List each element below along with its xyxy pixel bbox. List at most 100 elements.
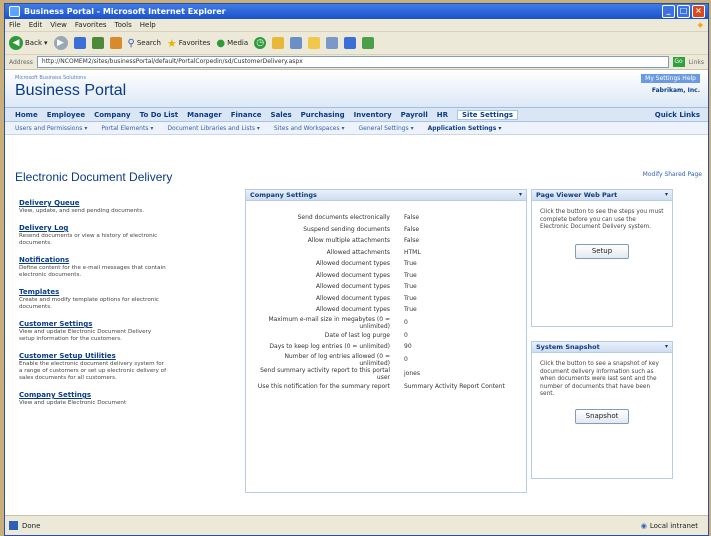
- address-label: Address: [9, 58, 33, 66]
- menu-view[interactable]: View: [50, 21, 67, 29]
- sub-navigation: Users and Permissions ▾ Portal Elements …: [5, 122, 708, 135]
- left-navigation: Delivery Queue View, update, and send pe…: [19, 199, 167, 416]
- stop-icon[interactable]: [73, 37, 86, 49]
- subnav-portal-elements[interactable]: Portal Elements ▾: [101, 125, 153, 132]
- setting-label: Number of log entries allowed (0 = unlim…: [284, 352, 390, 367]
- welcome-user[interactable]: Fabrikam, Inc.: [652, 87, 700, 94]
- media-button[interactable]: ● Media: [216, 38, 248, 49]
- setting-value: jones: [404, 370, 420, 377]
- panel-menu-arrow-icon[interactable]: ▾: [665, 342, 668, 352]
- back-button[interactable]: ◀ Back ▾: [9, 36, 48, 50]
- back-arrow-icon: ◀: [9, 36, 23, 50]
- settings-row: Allowed document types True: [252, 293, 505, 305]
- system-snapshot-panel: System Snapshot ▾ Click the button to se…: [531, 341, 673, 479]
- panel-menu-arrow-icon[interactable]: ▾: [665, 190, 668, 200]
- menu-help[interactable]: Help: [140, 21, 156, 29]
- intranet-icon: ◉: [640, 521, 647, 530]
- portal-brand: Business Portal: [15, 82, 127, 99]
- panel-menu-arrow-icon[interactable]: ▾: [519, 190, 522, 200]
- messenger-icon[interactable]: [344, 37, 357, 49]
- minimize-button[interactable]: _: [662, 5, 675, 18]
- toolbar: ◀ Back ▾ ▶ ⚲ Search ★ Favorites ● Media ◷: [5, 32, 708, 55]
- settings-row: Allowed document types True: [252, 304, 505, 316]
- setup-button[interactable]: Setup: [575, 243, 629, 259]
- status-bar: Done ◉ Local intranet: [5, 515, 708, 535]
- nav-link-templates: Templates Create and modify template opt…: [19, 288, 159, 310]
- subnav-users[interactable]: Users and Permissions ▾: [15, 125, 87, 132]
- company-settings-panel: Company Settings ▾ Send documents electr…: [245, 189, 527, 493]
- subnav-general-settings[interactable]: General Settings ▾: [359, 125, 414, 132]
- links-label[interactable]: Links: [689, 59, 704, 66]
- search-button[interactable]: ⚲ Search: [128, 38, 161, 49]
- nav-site-settings[interactable]: Site Settings: [457, 109, 519, 120]
- settings-row: Allowed document types True: [252, 281, 505, 293]
- status-text: Done: [22, 521, 41, 530]
- setting-value: 0: [404, 356, 408, 363]
- mail-icon[interactable]: [272, 37, 285, 49]
- page-viewer-body: Click the button to see the steps you mu…: [532, 201, 672, 267]
- address-input[interactable]: http://NCOMEM2/sites/businessPortal/defa…: [36, 56, 669, 68]
- nav-link-company-settings: Company Settings View and update Electro…: [19, 391, 127, 406]
- page-content: Electronic Document Delivery Modify Shar…: [5, 163, 708, 516]
- setting-label: Allowed document types: [315, 260, 390, 268]
- modify-shared-page-link[interactable]: Modify Shared Page: [643, 171, 702, 178]
- title-bar: Business Portal - Microsoft Internet Exp…: [5, 4, 708, 19]
- nav-link-customer-setup-utilities: Customer Setup Utilities Enable the elec…: [19, 352, 167, 381]
- menu-tools[interactable]: Tools: [115, 21, 132, 29]
- top-navigation: Home Employee Company To Do List Manager…: [5, 108, 708, 122]
- nav-home[interactable]: Home: [15, 111, 38, 119]
- menu-edit[interactable]: Edit: [29, 21, 43, 29]
- nav-employee[interactable]: Employee: [47, 111, 85, 119]
- nav-to-do-list[interactable]: To Do List: [140, 111, 179, 119]
- nav-quick-links[interactable]: Quick Links: [655, 111, 700, 119]
- home-icon[interactable]: [109, 37, 122, 49]
- setting-label: Allowed attachments: [326, 248, 390, 256]
- favorites-button[interactable]: ★ Favorites: [167, 37, 211, 50]
- subnav-sites[interactable]: Sites and Workspaces ▾: [274, 125, 345, 132]
- nav-sales[interactable]: Sales: [271, 111, 292, 119]
- portal-header: Microsoft Business Solutions Business Po…: [5, 70, 708, 108]
- discuss-icon[interactable]: [326, 37, 339, 49]
- refresh-icon[interactable]: [91, 37, 104, 49]
- subnav-document-libraries[interactable]: Document Libraries and Lists ▾: [167, 125, 260, 132]
- subnav-application-settings[interactable]: Application Settings ▾: [428, 125, 502, 132]
- go-button[interactable]: Go: [672, 57, 685, 67]
- menu-file[interactable]: File: [9, 21, 21, 29]
- settings-row: Suspend sending documents False: [252, 224, 505, 236]
- nav-payroll[interactable]: Payroll: [401, 111, 428, 119]
- research-icon[interactable]: [362, 37, 375, 49]
- nav-manager[interactable]: Manager: [187, 111, 222, 119]
- settings-row: Send summary activity report to this por…: [252, 367, 505, 381]
- settings-row: Allowed attachments HTML: [252, 247, 505, 259]
- setting-value: True: [404, 306, 417, 314]
- windows-logo-icon: ◆: [697, 21, 703, 29]
- setting-label: Use this notification for the summary re…: [257, 382, 390, 390]
- setting-label: Days to keep log entries (0 = unlimited): [269, 343, 390, 351]
- favorites-star-icon: ★: [166, 36, 177, 50]
- settings-row: Allowed document types True: [252, 258, 505, 270]
- setting-value: 0: [404, 319, 408, 326]
- setting-value: 0: [404, 331, 408, 339]
- menu-favorites[interactable]: Favorites: [75, 21, 107, 29]
- settings-row: Days to keep log entries (0 = unlimited)…: [252, 341, 505, 353]
- nav-company[interactable]: Company: [94, 111, 131, 119]
- setting-value: False: [404, 237, 420, 245]
- nav-purchasing[interactable]: Purchasing: [301, 111, 345, 119]
- nav-finance[interactable]: Finance: [231, 111, 262, 119]
- nav-hr[interactable]: HR: [437, 111, 448, 119]
- setting-label: Maximum e-mail size in megabytes (0 = un…: [268, 315, 390, 330]
- setting-value: HTML: [404, 248, 421, 256]
- top-links[interactable]: My Settings Help: [641, 74, 700, 83]
- setting-label: Allowed document types: [315, 294, 390, 302]
- setting-value: Summary Activity Report Content: [404, 382, 505, 390]
- snapshot-button[interactable]: Snapshot: [575, 408, 629, 424]
- close-button[interactable]: ×: [692, 5, 705, 18]
- forward-button[interactable]: ▶: [53, 36, 68, 50]
- nav-inventory[interactable]: Inventory: [354, 111, 392, 119]
- settings-row: Maximum e-mail size in megabytes (0 = un…: [252, 316, 505, 330]
- setting-label: Suspend sending documents: [303, 225, 390, 233]
- history-icon[interactable]: ◷: [254, 37, 267, 49]
- print-icon[interactable]: [290, 37, 303, 49]
- edit-icon[interactable]: [308, 37, 321, 49]
- maximize-button[interactable]: □: [677, 5, 690, 18]
